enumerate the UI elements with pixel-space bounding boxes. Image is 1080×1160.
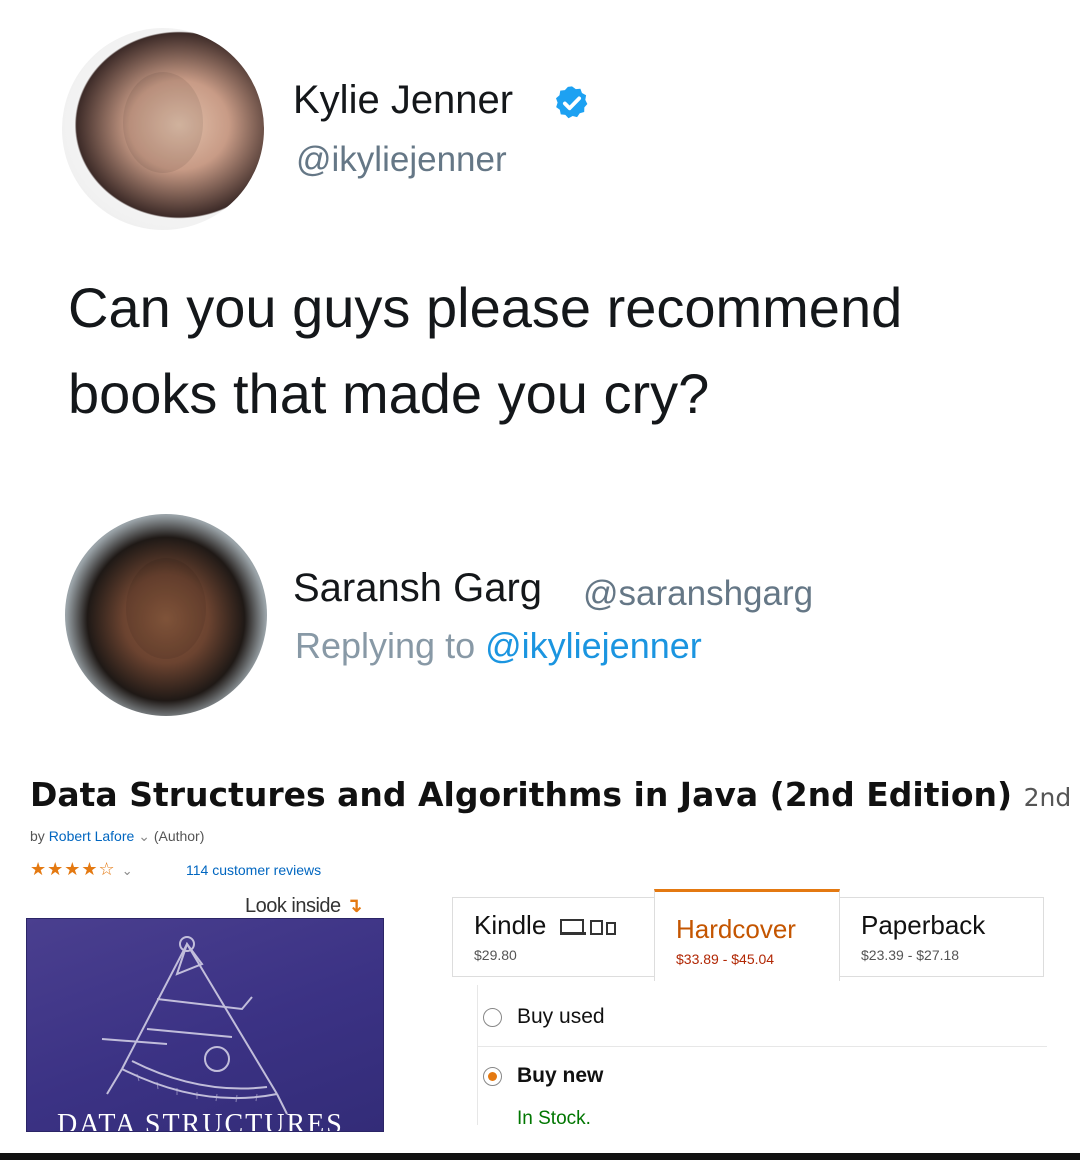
byline-prefix: by — [30, 828, 45, 844]
buy-used-label[interactable]: Buy used — [517, 1005, 605, 1029]
buy-new-radio[interactable] — [483, 1067, 502, 1086]
avatar-kylie-jenner[interactable] — [62, 28, 264, 230]
replying-to-line: Replying to @ikyliejenner — [295, 625, 702, 667]
device-icons — [559, 919, 616, 936]
reply-author-handle[interactable]: @saranshgarg — [583, 574, 813, 614]
product-title: Data Structures and Algorithms in Java (… — [30, 775, 1080, 814]
stock-status: In Stock. — [517, 1108, 591, 1129]
cover-title: DATA STRUCTURES — [57, 1109, 344, 1132]
format-tab-paperback[interactable]: Paperback $23.39 - $27.18 — [839, 897, 1044, 977]
tweet-author-name[interactable]: Kylie Jenner — [293, 78, 513, 123]
tweet-author-handle[interactable]: @ikyliejenner — [296, 140, 507, 180]
product-byline: by Robert Lafore ⌄ (Author) — [30, 828, 204, 845]
rating-stars[interactable]: ★★★★☆ ⌄ — [30, 859, 134, 880]
customer-reviews-link[interactable]: 114 customer reviews — [186, 862, 321, 878]
reply-author-name[interactable]: Saransh Garg — [293, 566, 542, 611]
look-inside-link[interactable]: Look inside ↴ — [245, 893, 363, 918]
verified-badge-icon — [556, 86, 588, 119]
buy-box-border — [477, 985, 478, 1125]
format-paperback-label: Paperback — [861, 910, 986, 940]
format-tab-kindle[interactable]: Kindle $29.80 — [452, 897, 655, 977]
tweet-text: Can you guys please recommend books that… — [68, 276, 903, 425]
format-tab-hardcover[interactable]: Hardcover $33.89 - $45.04 — [654, 889, 840, 981]
replying-to-prefix: Replying to — [295, 625, 476, 666]
format-paperback-price: $23.39 - $27.18 — [861, 947, 960, 963]
chevron-down-icon[interactable]: ⌄ — [122, 863, 134, 878]
format-hardcover-price: $33.89 - $45.04 — [676, 951, 775, 967]
buy-used-radio[interactable] — [483, 1008, 502, 1027]
curved-arrow-icon: ↴ — [345, 895, 363, 917]
format-kindle-price: $29.80 — [474, 947, 517, 963]
format-kindle-name-row: Kindle — [474, 910, 654, 941]
star-rating-icon[interactable]: ★★★★☆ — [30, 859, 116, 879]
author-link[interactable]: Robert Lafore — [49, 828, 135, 844]
format-selector: Kindle $29.80 Hardcover $33.89 - $45.04 … — [452, 889, 1044, 984]
replying-to-mention[interactable]: @ikyliejenner — [485, 625, 702, 666]
product-edition: 2nd E — [1023, 783, 1080, 812]
avatar-saransh-garg[interactable] — [65, 514, 267, 716]
bottom-border — [0, 1153, 1080, 1160]
product-title-text: Data Structures and Algorithms in Java (… — [30, 775, 1013, 814]
format-hardcover-label: Hardcover — [676, 914, 796, 944]
format-kindle-label: Kindle — [474, 910, 547, 940]
sextant-illustration-icon — [101, 936, 288, 1115]
buy-new-label[interactable]: Buy new — [517, 1064, 603, 1088]
chevron-down-icon[interactable]: ⌄ — [138, 828, 150, 844]
author-role: (Author) — [153, 828, 205, 844]
look-inside-label[interactable]: Look inside — [245, 895, 341, 917]
book-cover[interactable]: DATA STRUCTURES — [26, 918, 384, 1132]
buy-options-divider — [477, 1046, 1047, 1047]
